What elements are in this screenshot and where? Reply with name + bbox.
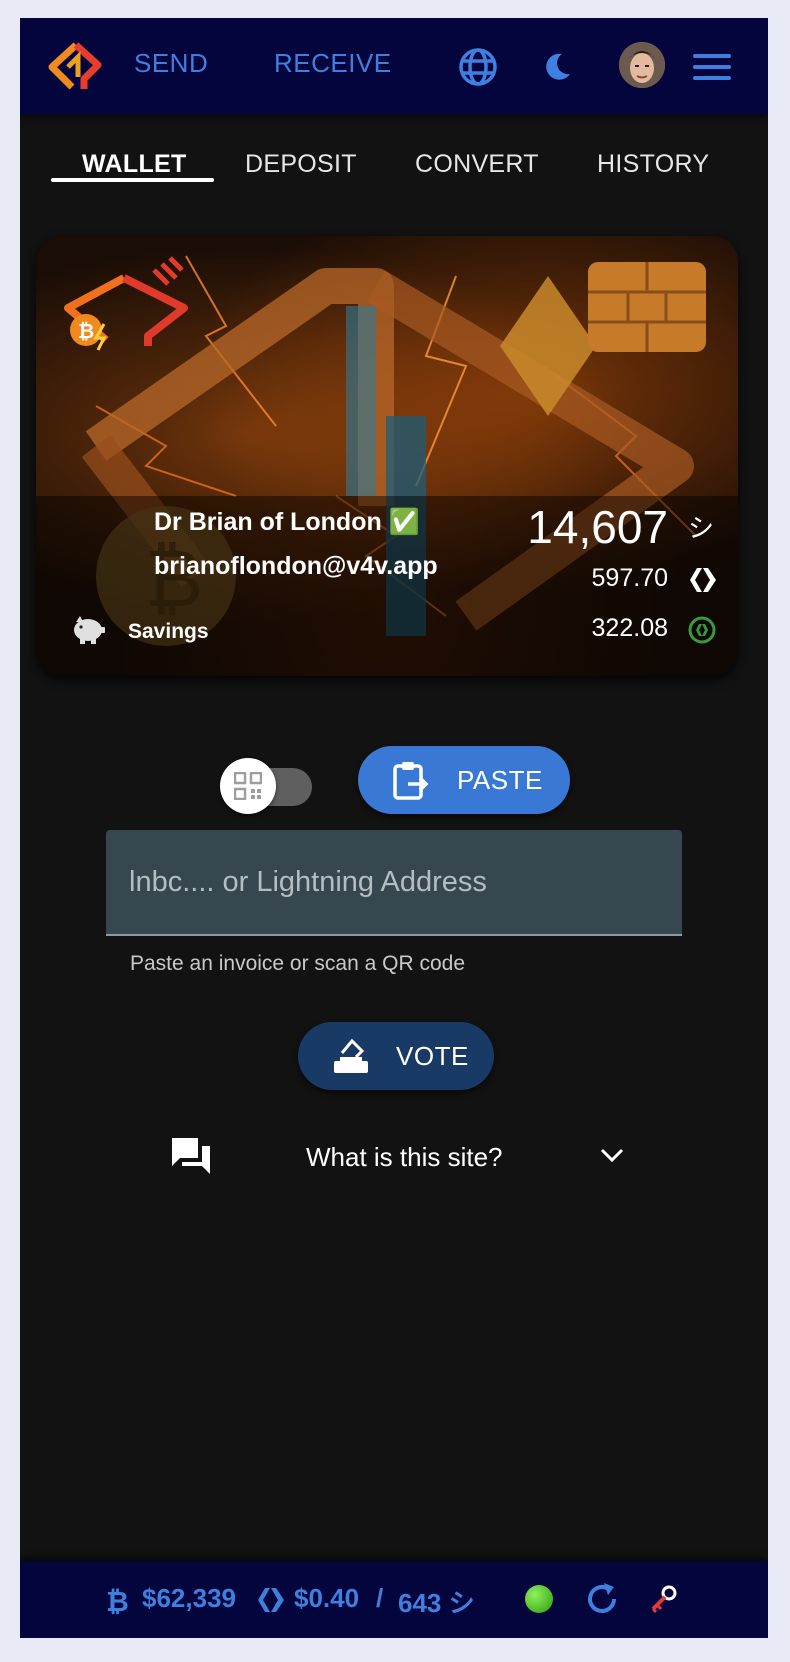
price-status-bar: ₿ $62,339 $0.40 / 643 シ (20, 1561, 768, 1638)
svg-text:₿: ₿ (106, 1585, 128, 1615)
globe-icon[interactable] (458, 47, 498, 87)
faq-expander[interactable]: What is this site? (170, 1128, 624, 1184)
key-icon[interactable] (649, 1585, 679, 1613)
tab-bar: WALLET DEPOSIT CONVERT HISTORY (20, 114, 768, 204)
qr-scan-toggle[interactable] (220, 758, 312, 814)
tab-convert[interactable]: CONVERT (415, 150, 539, 179)
ballot-box-icon (334, 1038, 368, 1073)
hbd-balance: 322.08 (591, 614, 668, 642)
account-display-name: Dr Brian of London ✅ (154, 508, 420, 536)
hive-balance: 597.70 (591, 564, 668, 592)
input-hint-text: Paste an invoice or scan a QR code (130, 952, 466, 975)
invoice-input-field[interactable] (106, 830, 682, 936)
tab-wallet[interactable]: WALLET (82, 150, 187, 179)
v4v-logo[interactable] (46, 39, 108, 95)
chevron-down-icon (600, 1148, 624, 1163)
toggle-knob (220, 758, 276, 814)
receive-link[interactable]: RECEIVE (274, 48, 392, 79)
invoice-input[interactable] (106, 830, 682, 934)
send-link[interactable]: SEND (134, 48, 208, 79)
btc-price: $62,339 (142, 1583, 236, 1613)
savings-label[interactable]: Savings (128, 620, 209, 644)
active-tab-indicator (51, 178, 214, 182)
bitcoin-icon: ₿ (106, 1585, 128, 1615)
sats-balance: 14,607 (527, 501, 668, 553)
paste-button[interactable]: PASTE (358, 746, 570, 814)
svg-text:₿: ₿ (78, 319, 94, 343)
price-separator: / (376, 1583, 384, 1613)
hive-icon (690, 568, 716, 592)
connection-status-dot (525, 1585, 553, 1613)
app-window: SEND RECEIVE WALLET DEPOSIT CONVERT HIST… (20, 18, 768, 1638)
tab-history[interactable]: HISTORY (597, 150, 709, 179)
vote-button[interactable]: VOTE (298, 1022, 494, 1090)
lightning-address[interactable]: brianoflondon@v4v.app (154, 552, 438, 581)
hive-price-icon (258, 1588, 284, 1612)
card-chip (588, 262, 706, 352)
faq-title: What is this site? (306, 1142, 503, 1172)
hamburger-menu-icon[interactable] (693, 53, 731, 81)
sats-unit: シ (687, 513, 714, 543)
wallet-card[interactable]: ₿ ₿ Dr Brian of London ✅ brianoflondon@v… (36, 236, 738, 676)
paste-button-label: PASTE (457, 765, 543, 795)
chat-bubbles-icon (172, 1138, 210, 1174)
qr-code-icon (234, 772, 262, 800)
refresh-icon[interactable] (584, 1581, 620, 1617)
piggy-bank-icon (74, 616, 105, 644)
avatar-image (619, 42, 665, 88)
hive-price: $0.40 (294, 1583, 360, 1613)
hbd-icon (688, 616, 716, 644)
top-app-bar: SEND RECEIVE (20, 18, 768, 114)
moon-icon[interactable] (542, 52, 572, 82)
user-avatar[interactable] (619, 42, 665, 88)
clipboard-icon (393, 762, 429, 800)
vote-button-label: VOTE (396, 1041, 469, 1071)
tab-deposit[interactable]: DEPOSIT (245, 150, 357, 179)
sats-per-hive: 643 シ (398, 1588, 475, 1618)
